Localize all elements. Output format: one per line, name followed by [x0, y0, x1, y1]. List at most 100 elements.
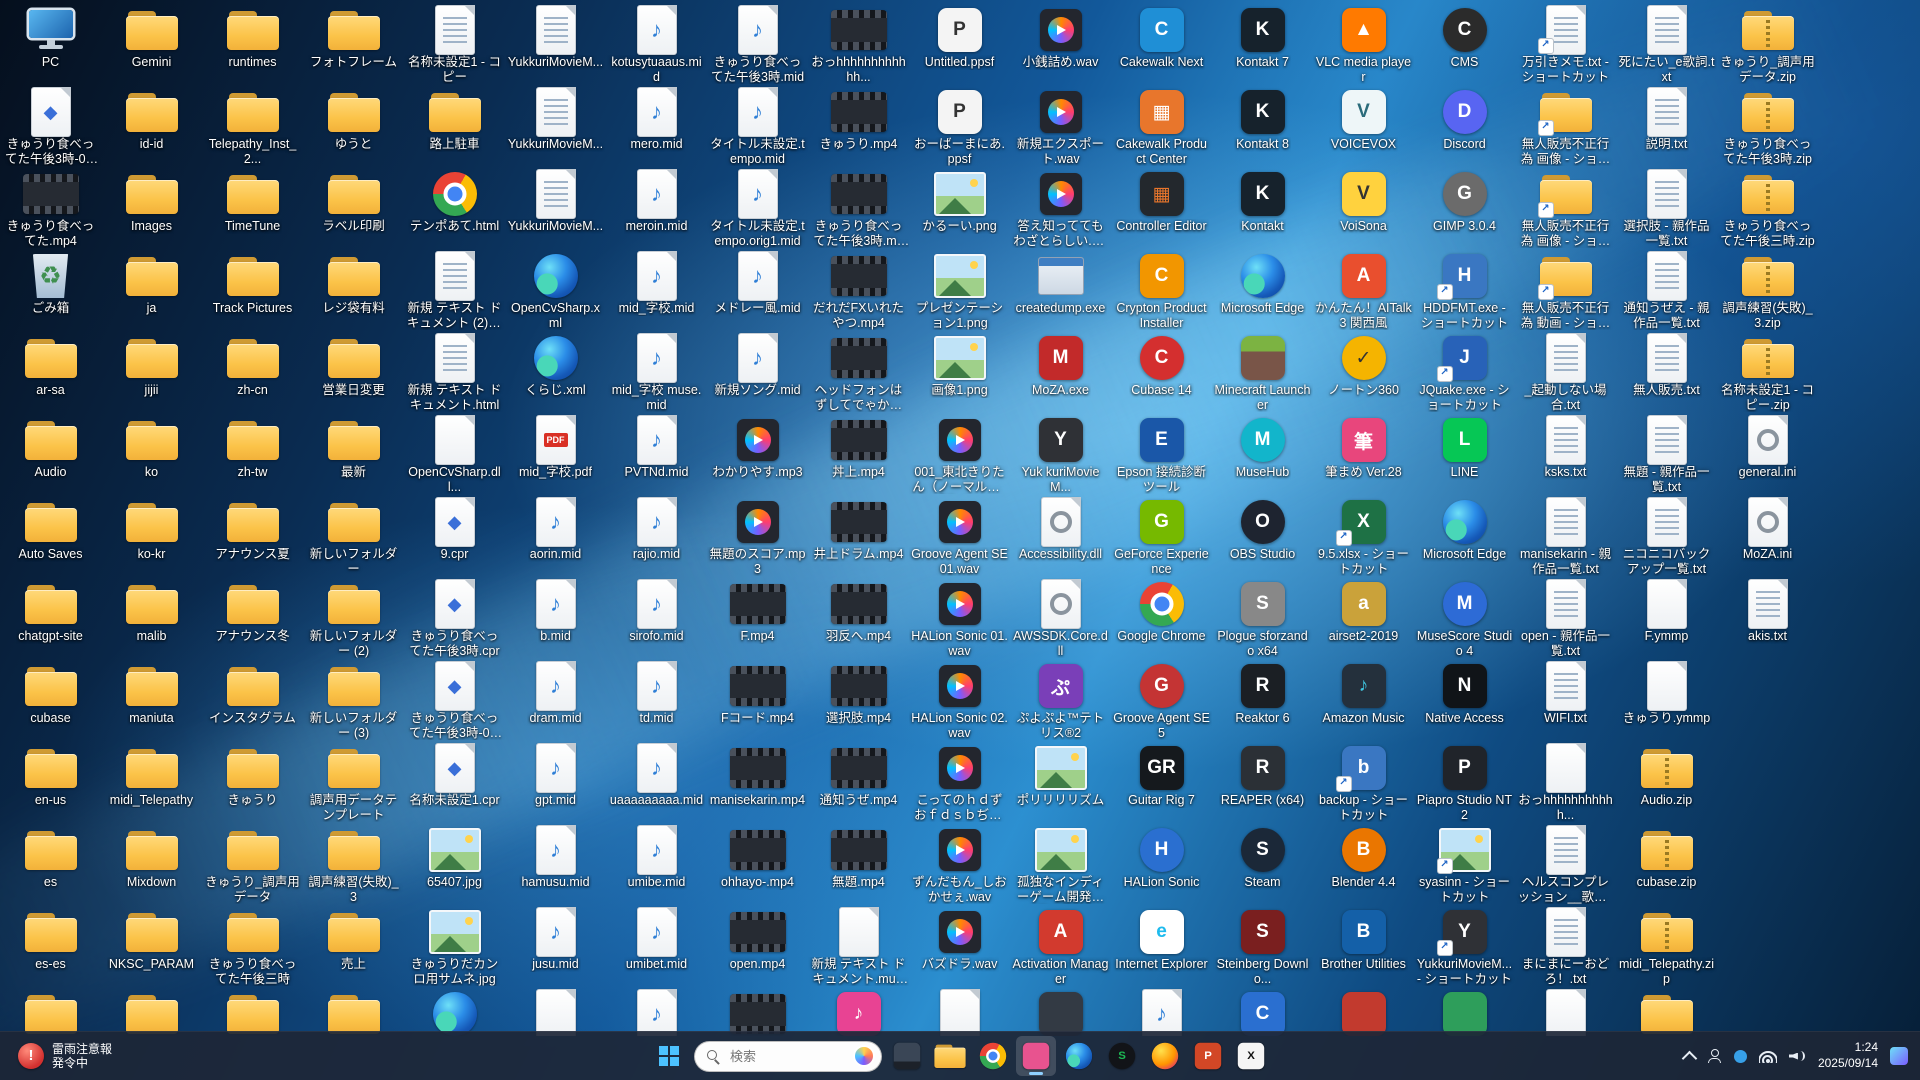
desktop-icon[interactable]: フォトフレーム — [303, 4, 404, 86]
desktop-icon[interactable]: id-id — [101, 86, 202, 168]
desktop-icon[interactable]: MMuseHub — [1212, 414, 1313, 496]
desktop-icon[interactable]: ♪mid_字校.mid — [606, 250, 707, 332]
desktop-icon[interactable]: CCubase 14 — [1111, 332, 1212, 414]
desktop-icon[interactable]: 通知うぜえ - 親作品一覧.txt — [1616, 250, 1717, 332]
taskbar-app-powerpoint[interactable]: P — [1188, 1036, 1228, 1076]
search-input[interactable] — [728, 1048, 845, 1065]
taskbar-app-firefox[interactable] — [1145, 1036, 1185, 1076]
desktop-icon[interactable]: 調声用データテンプレート — [303, 742, 404, 824]
desktop-icon[interactable]: バズドラ.wav — [909, 906, 1010, 988]
taskbar-app-file-explorer[interactable] — [930, 1036, 970, 1076]
wifi-icon[interactable] — [1759, 1050, 1777, 1063]
desktop-icon[interactable]: F.mp4 — [707, 578, 808, 660]
desktop-icon[interactable]: HHALion Sonic — [1111, 824, 1212, 906]
desktop-icon[interactable] — [404, 988, 505, 1036]
desktop-icon[interactable]: RReaktor 6 — [1212, 660, 1313, 742]
desktop-icon[interactable]: ♪PVTNd.mid — [606, 414, 707, 496]
desktop-icon[interactable]: _起動しない場合.txt — [1515, 332, 1616, 414]
desktop-icon[interactable]: 65407.jpg — [404, 824, 505, 906]
desktop-icon[interactable]: まにまにーおどろ！.txt — [1515, 906, 1616, 988]
desktop-icon[interactable]: きゅうり食べってた午後三時 — [202, 906, 303, 988]
taskbar-app-spotify[interactable]: S — [1102, 1036, 1142, 1076]
desktop-icon[interactable]: AActivation Manager — [1010, 906, 1111, 988]
desktop-icon[interactable]: HALion Sonic 02.wav — [909, 660, 1010, 742]
desktop-icon[interactable]: open - 親作品一覧.txt — [1515, 578, 1616, 660]
desktop-icon[interactable]: Fコード.mp4 — [707, 660, 808, 742]
desktop-icon[interactable]: 路上駐車 — [404, 86, 505, 168]
volume-icon[interactable] — [1789, 1050, 1806, 1063]
desktop-icon[interactable]: 無題 - 親作品一覧.txt — [1616, 414, 1717, 496]
notification-icon[interactable] — [1890, 1047, 1908, 1065]
desktop-icon[interactable]: だれだFXいれたやつ.mp4 — [808, 250, 909, 332]
desktop-icon[interactable]: ♪タイトル未設定.tempo.mid — [707, 86, 808, 168]
desktop-icon[interactable]: アナウンス夏 — [202, 496, 303, 578]
desktop-icon[interactable]: zh-cn — [202, 332, 303, 414]
desktop-icon[interactable]: ♪ — [1111, 988, 1212, 1036]
desktop-icon[interactable] — [303, 988, 404, 1036]
desktop-icon[interactable]: 調声練習(失敗)_3.zip — [1717, 250, 1818, 332]
search-box[interactable] — [694, 1041, 882, 1072]
desktop-icon[interactable]: GGroove Agent SE 5 — [1111, 660, 1212, 742]
desktop-icon[interactable]: CCMS — [1414, 4, 1515, 86]
desktop-icon[interactable]: WIFI.txt — [1515, 660, 1616, 742]
desktop-icon[interactable] — [1414, 988, 1515, 1036]
desktop-icon[interactable]: Google Chrome — [1111, 578, 1212, 660]
desktop-icon[interactable]: J↗JQuake.exe - ショートカット — [1414, 332, 1515, 414]
desktop-icon[interactable] — [505, 988, 606, 1036]
desktop-icon[interactable]: 無題.mp4 — [808, 824, 909, 906]
hidden-icons-chevron-icon[interactable] — [1682, 1050, 1698, 1066]
desktop-icon[interactable]: es-es — [0, 906, 101, 988]
desktop-icon[interactable]: 新規 テキスト ドキュメント (2).html — [404, 250, 505, 332]
desktop-icon[interactable]: ↗無人販売不正行為 動画 - ショートカット — [1515, 250, 1616, 332]
start-button[interactable] — [649, 1036, 689, 1076]
desktop-icon[interactable]: きゅうり — [202, 742, 303, 824]
desktop-icon[interactable]: ♪umibet.mid — [606, 906, 707, 988]
desktop-icon[interactable]: Track Pictures — [202, 250, 303, 332]
desktop-icon[interactable]: 孤独なインディーゲーム開発者の一生... — [1010, 824, 1111, 906]
desktop-icon[interactable]: Audio.zip — [1616, 742, 1717, 824]
desktop-icon[interactable]: わかりやす.mp3 — [707, 414, 808, 496]
desktop-icon[interactable]: 新規エクスポート.wav — [1010, 86, 1111, 168]
desktop-icon[interactable]: chatgpt-site — [0, 578, 101, 660]
desktop-icon[interactable] — [1616, 988, 1717, 1036]
desktop-icon[interactable]: 筆筆まめ Ver.28 — [1313, 414, 1414, 496]
desktop-icon[interactable]: zh-tw — [202, 414, 303, 496]
desktop-icon[interactable]: 選択肢 - 親作品一覧.txt — [1616, 168, 1717, 250]
desktop-icon[interactable]: ◆9.cpr — [404, 496, 505, 578]
desktop-icon[interactable]: HALion Sonic 01.wav — [909, 578, 1010, 660]
taskbar-app-chrome[interactable] — [973, 1036, 1013, 1076]
desktop-icon[interactable]: きゅうり食べってた午後3時.mp4 — [808, 168, 909, 250]
desktop-icon[interactable]: en-us — [0, 742, 101, 824]
desktop-icon[interactable]: runtimes — [202, 4, 303, 86]
desktop-icon[interactable]: ♪ — [606, 988, 707, 1036]
tray-person-icon[interactable] — [1707, 1049, 1722, 1063]
desktop-icon[interactable]: Audio — [0, 414, 101, 496]
desktop-icon[interactable]: テンポあて.html — [404, 168, 505, 250]
desktop-icon[interactable]: ◆きゅうり食べってた午後3時-01.cpr — [0, 86, 101, 168]
desktop-icon[interactable]: RREAPER (x64) — [1212, 742, 1313, 824]
desktop-icon[interactable]: Microsoft Edge — [1414, 496, 1515, 578]
desktop-icon[interactable]: ko — [101, 414, 202, 496]
desktop-icon[interactable]: 無人販売.txt — [1616, 332, 1717, 414]
desktop-icon[interactable]: レジ袋有料 — [303, 250, 404, 332]
desktop-icon[interactable]: きゅうり.mp4 — [808, 86, 909, 168]
desktop-icon[interactable] — [202, 988, 303, 1036]
desktop-icon[interactable]: ♪メドレー風.mid — [707, 250, 808, 332]
desktop-icon[interactable]: midi_Telepathy.zip — [1616, 906, 1717, 988]
desktop-icon[interactable]: 名称未設定1 - コピー.zip — [1717, 332, 1818, 414]
desktop-icon[interactable]: ニコニコバックアップ一覧.txt — [1616, 496, 1717, 578]
desktop-icon[interactable] — [1313, 988, 1414, 1036]
desktop-icon[interactable]: 名称未設定1 - コピー — [404, 4, 505, 86]
desktop-icon[interactable]: ♪mid_字校 muse.mid — [606, 332, 707, 414]
desktop-icon[interactable]: aairset2-2019 — [1313, 578, 1414, 660]
desktop-icon[interactable]: 新規 テキスト ドキュメント.html — [404, 332, 505, 414]
desktop-icon[interactable]: 答え知ってても わざとらしい.wav — [1010, 168, 1111, 250]
desktop-icon[interactable]: MMuseScore Studio 4 — [1414, 578, 1515, 660]
desktop-icon[interactable]: きゅうり_調声用データ.zip — [1717, 4, 1818, 86]
desktop-icon[interactable]: 新しいフォルダー (3) — [303, 660, 404, 742]
desktop-icon[interactable]: X↗9.5.xlsx - ショートカット — [1313, 496, 1414, 578]
desktop-icon[interactable]: ぷぷよぷよ™テトリス®2 — [1010, 660, 1111, 742]
desktop-icon[interactable]: VVoiSona — [1313, 168, 1414, 250]
desktop-icon[interactable]: ▲VLC media player — [1313, 4, 1414, 86]
desktop-icon[interactable]: ♪meroin.mid — [606, 168, 707, 250]
